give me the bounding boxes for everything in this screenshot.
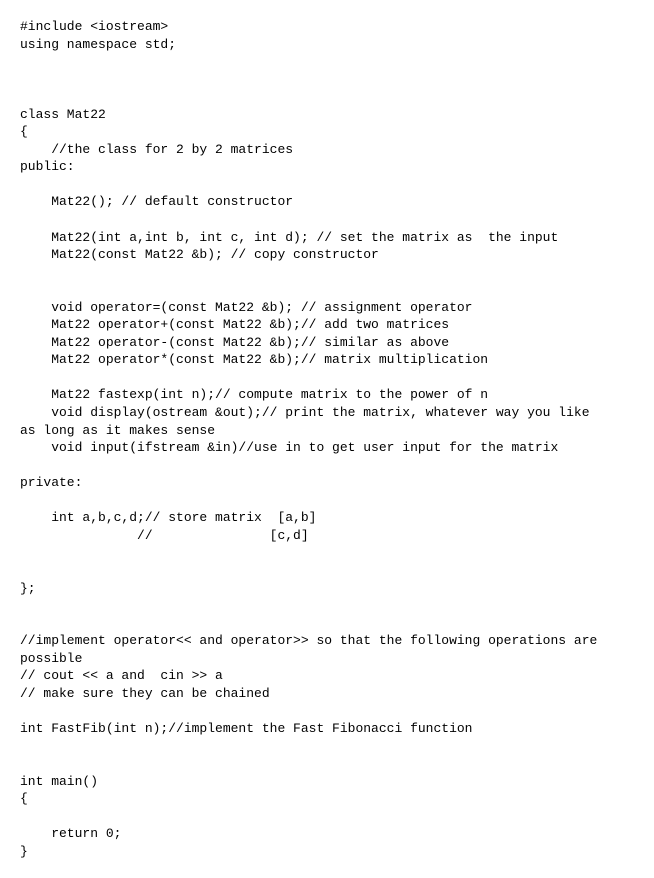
code-block: #include <iostream>using namespace std; c… (20, 18, 634, 860)
code-line: as long as it makes sense (20, 422, 634, 440)
code-line (20, 544, 634, 562)
code-line: #include <iostream> (20, 18, 634, 36)
code-line: public: (20, 158, 634, 176)
code-line: Mat22(); // default constructor (20, 193, 634, 211)
code-line: class Mat22 (20, 106, 634, 124)
code-line (20, 492, 634, 510)
code-line: int FastFib(int n);//implement the Fast … (20, 720, 634, 738)
code-line: void operator=(const Mat22 &b); // assig… (20, 299, 634, 317)
code-line: using namespace std; (20, 36, 634, 54)
code-line (20, 562, 634, 580)
code-line: { (20, 790, 634, 808)
code-line: // make sure they can be chained (20, 685, 634, 703)
code-line: { (20, 123, 634, 141)
code-line (20, 702, 634, 720)
code-line: possible (20, 650, 634, 668)
code-line: int main() (20, 773, 634, 791)
code-line (20, 281, 634, 299)
code-line: void input(ifstream &in)//use in to get … (20, 439, 634, 457)
code-line (20, 369, 634, 387)
code-line (20, 264, 634, 282)
code-line (20, 88, 634, 106)
code-line: Mat22(int a,int b, int c, int d); // set… (20, 229, 634, 247)
code-line (20, 808, 634, 826)
code-line (20, 615, 634, 633)
code-line (20, 211, 634, 229)
code-line: //the class for 2 by 2 matrices (20, 141, 634, 159)
code-line: return 0; (20, 825, 634, 843)
code-line (20, 53, 634, 71)
code-line: Mat22 operator-(const Mat22 &b);// simil… (20, 334, 634, 352)
code-line: // [c,d] (20, 527, 634, 545)
code-line (20, 71, 634, 89)
code-line: Mat22 fastexp(int n);// compute matrix t… (20, 386, 634, 404)
code-line: Mat22(const Mat22 &b); // copy construct… (20, 246, 634, 264)
code-line (20, 176, 634, 194)
code-line: }; (20, 580, 634, 598)
code-line: private: (20, 474, 634, 492)
code-line (20, 597, 634, 615)
code-line: // cout << a and cin >> a (20, 667, 634, 685)
code-line (20, 755, 634, 773)
code-line: Mat22 operator+(const Mat22 &b);// add t… (20, 316, 634, 334)
code-line: //implement operator<< and operator>> so… (20, 632, 634, 650)
code-line (20, 737, 634, 755)
code-line: Mat22 operator*(const Mat22 &b);// matri… (20, 351, 634, 369)
code-line: void display(ostream &out);// print the … (20, 404, 634, 422)
code-line: } (20, 843, 634, 861)
code-line: int a,b,c,d;// store matrix [a,b] (20, 509, 634, 527)
code-line (20, 457, 634, 475)
